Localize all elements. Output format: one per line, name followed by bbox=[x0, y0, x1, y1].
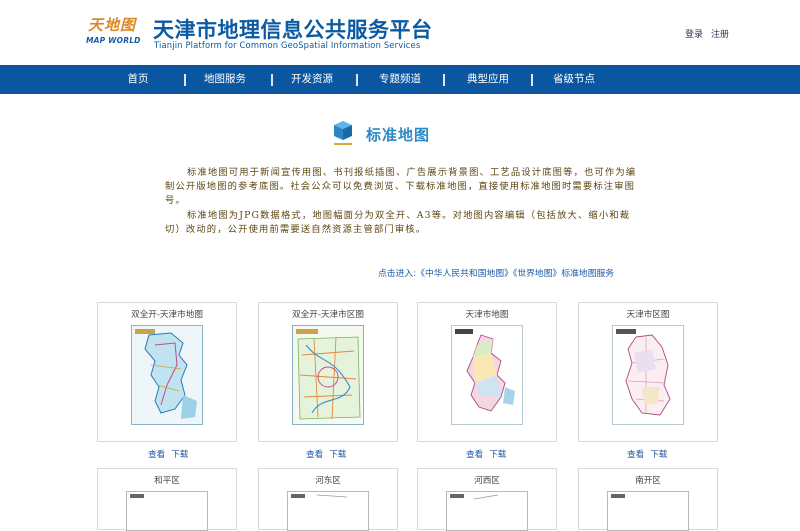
map-card-actions: 查看 下载 bbox=[148, 448, 188, 460]
nav-separator bbox=[356, 74, 358, 86]
nav-item-dev-resources[interactable]: 开发资源 bbox=[285, 65, 339, 94]
view-link[interactable]: 查看 bbox=[627, 450, 644, 460]
section-description: 标准地图可用于新闻宣传用图、书刊报纸插图、广告展示背景图、工艺品设计底图等，也可… bbox=[165, 166, 645, 237]
map-card[interactable]: 双全开-天津市地图 bbox=[97, 302, 237, 442]
description-paragraph: 标准地图可用于新闻宣传用图、书刊报纸插图、广告展示背景图、工艺品设计底图等，也可… bbox=[165, 167, 637, 207]
nav-separator bbox=[443, 74, 445, 86]
map-card-title: 天津市地图 bbox=[465, 310, 509, 320]
logo-text-en: MAP WORLD bbox=[86, 36, 141, 45]
map-thumbnail bbox=[451, 325, 523, 425]
national-map-link[interactable]: 点击进入:《中华人民共和国地图》《世界地图》标准地图服务 bbox=[378, 266, 614, 279]
map-card-title: 南开区 bbox=[635, 476, 661, 486]
map-card-actions: 查看 下载 bbox=[306, 448, 346, 460]
map-card-title: 天津市区图 bbox=[626, 310, 670, 320]
nav-item-provincial-nodes[interactable]: 省级节点 bbox=[547, 65, 601, 94]
map-card[interactable]: 河东区 bbox=[258, 468, 398, 531]
nav-item-topics[interactable]: 专题频道 bbox=[373, 65, 427, 94]
map-thumbnail bbox=[287, 491, 369, 531]
section-title: 标准地图 bbox=[366, 126, 431, 144]
map-card[interactable]: 河西区 bbox=[417, 468, 557, 531]
site-header: 天地图 MAP WORLD 天津市地理信息公共服务平台 Tianjin Plat… bbox=[0, 0, 800, 65]
map-card-title: 河东区 bbox=[315, 476, 341, 486]
map-card-actions: 查看 下载 bbox=[466, 448, 506, 460]
map-thumbnail bbox=[446, 491, 528, 531]
nav-item-applications[interactable]: 典型应用 bbox=[461, 65, 515, 94]
nav-separator bbox=[184, 74, 186, 86]
map-card-actions: 查看 下载 bbox=[627, 448, 667, 460]
nav-separator bbox=[531, 74, 533, 86]
view-link[interactable]: 查看 bbox=[466, 450, 483, 460]
map-thumbnail bbox=[612, 325, 684, 425]
download-link[interactable]: 下载 bbox=[650, 450, 667, 460]
main-nav: 首页 地图服务 开发资源 专题频道 典型应用 省级节点 bbox=[0, 65, 800, 94]
map-thumbnail bbox=[292, 325, 364, 425]
login-link[interactable]: 登录 bbox=[685, 27, 703, 40]
map-card-title: 双全开-天津市区图 bbox=[292, 310, 364, 320]
map-card[interactable]: 和平区 bbox=[97, 468, 237, 531]
logo-text-cn: 天地图 bbox=[88, 16, 137, 34]
nav-item-map-services[interactable]: 地图服务 bbox=[198, 65, 252, 94]
map-card[interactable]: 天津市地图 bbox=[417, 302, 557, 442]
view-link[interactable]: 查看 bbox=[148, 450, 165, 460]
map-thumbnail bbox=[131, 325, 203, 425]
map-thumbnail bbox=[607, 491, 689, 531]
map-card[interactable]: 南开区 bbox=[578, 468, 718, 531]
download-link[interactable]: 下载 bbox=[171, 450, 188, 460]
nav-separator bbox=[271, 74, 273, 86]
map-card-title: 河西区 bbox=[474, 476, 500, 486]
standard-map-icon bbox=[334, 121, 352, 145]
download-link[interactable]: 下载 bbox=[489, 450, 506, 460]
register-link[interactable]: 注册 bbox=[711, 27, 729, 40]
map-card-title: 双全开-天津市地图 bbox=[131, 310, 203, 320]
site-subtitle: Tianjin Platform for Common GeoSpatial I… bbox=[154, 40, 421, 50]
map-card-title: 和平区 bbox=[154, 476, 180, 486]
view-link[interactable]: 查看 bbox=[306, 450, 323, 460]
map-card[interactable]: 天津市区图 bbox=[578, 302, 718, 442]
description-paragraph: 标准地图为JPG数据格式，地图幅面分为双全开、A3等。对地图内容编辑（包括放大、… bbox=[165, 209, 631, 235]
map-card[interactable]: 双全开-天津市区图 bbox=[258, 302, 398, 442]
site-logo[interactable]: 天地图 MAP WORLD bbox=[86, 14, 140, 48]
map-thumbnail bbox=[126, 491, 208, 531]
download-link[interactable]: 下载 bbox=[329, 450, 346, 460]
nav-item-home[interactable]: 首页 bbox=[118, 65, 158, 94]
